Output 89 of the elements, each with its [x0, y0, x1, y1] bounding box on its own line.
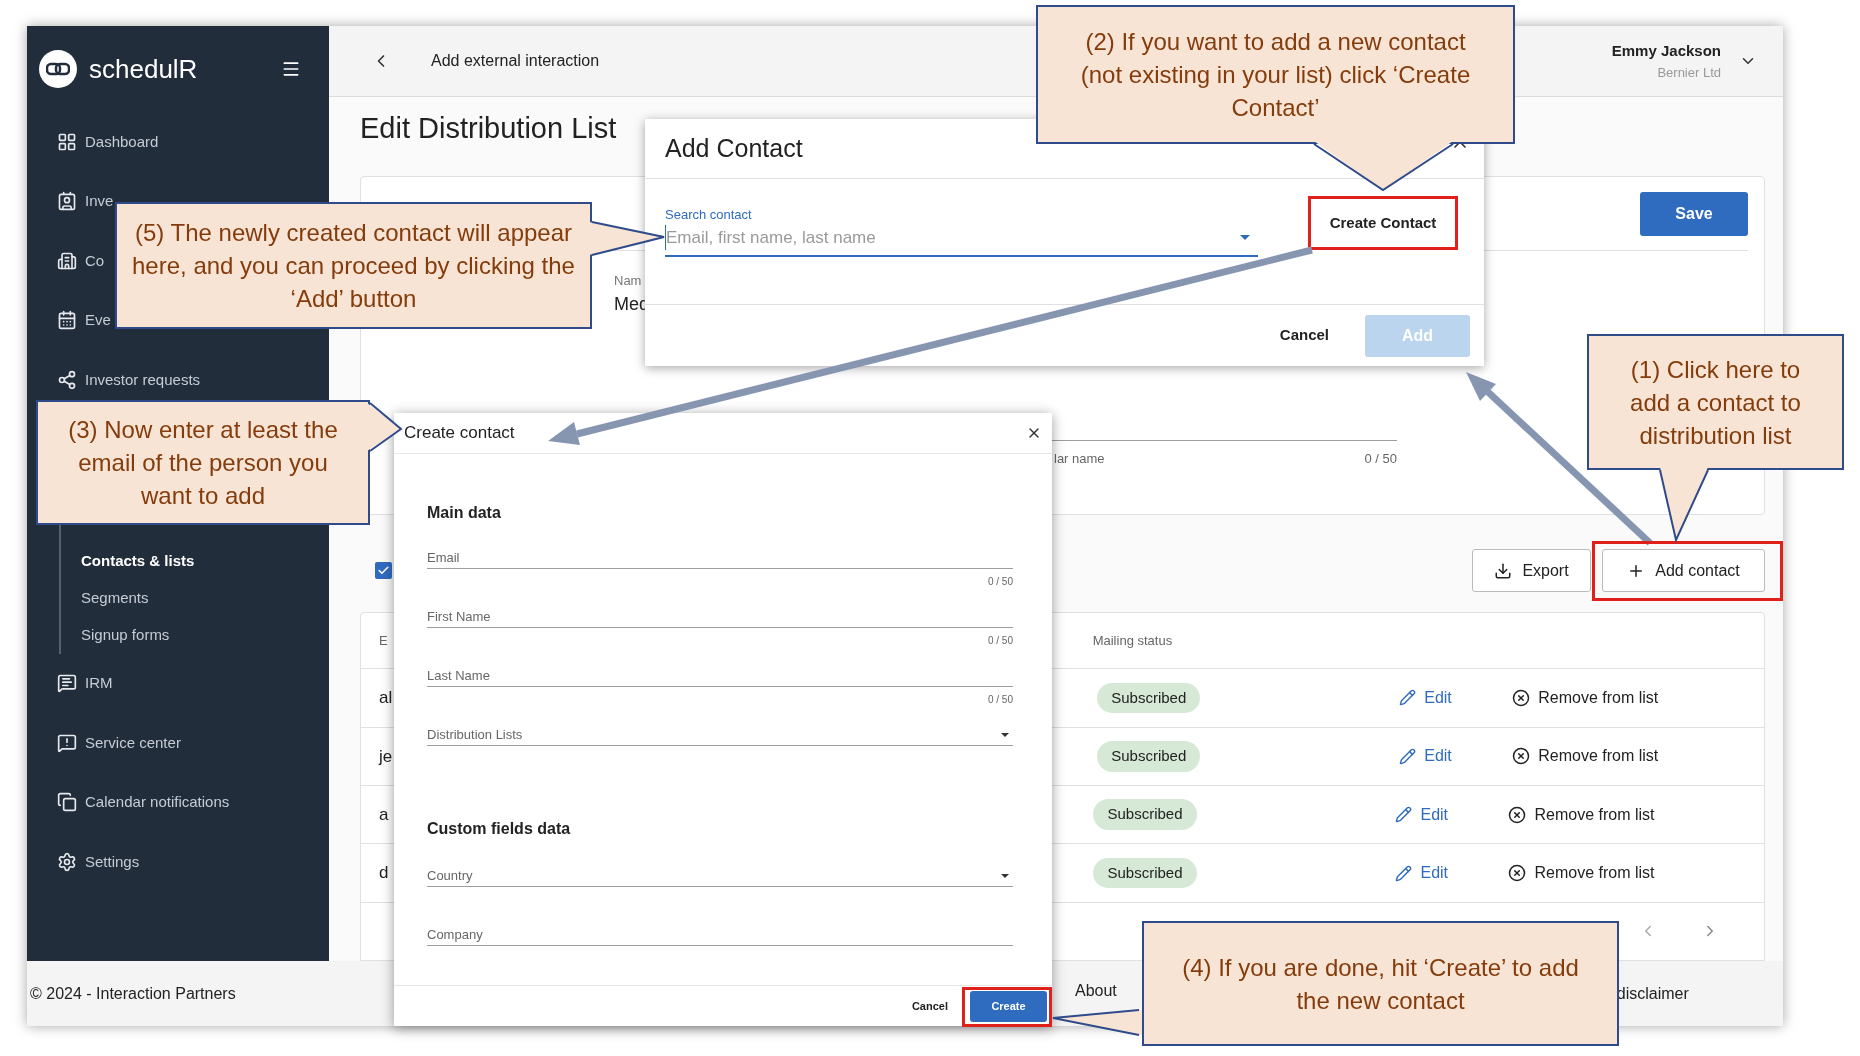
- sidebar-item[interactable]: Service center: [85, 731, 181, 754]
- checkbox[interactable]: [375, 562, 392, 579]
- cancel-button[interactable]: Cancel: [1279, 324, 1329, 347]
- section-heading: Main data: [427, 503, 502, 523]
- message-icon: [57, 673, 77, 694]
- add-contact-button[interactable]: Add contact: [1602, 549, 1765, 592]
- badge-icon: [57, 191, 77, 212]
- create-button[interactable]: Create: [970, 990, 1047, 1022]
- status-tag: Subscribed: [1093, 799, 1197, 830]
- sidebar-item[interactable]: Dashboard: [85, 130, 159, 153]
- settings-icon: [57, 851, 77, 872]
- pencil-icon: [1395, 806, 1413, 824]
- sidebar-item[interactable]: IRM: [85, 672, 113, 695]
- column-header: E: [379, 631, 388, 650]
- calendar-icon: [57, 310, 77, 331]
- callout: (4) If you are done, hit ‘Create’ to add the new contact: [1142, 921, 1619, 1046]
- edit-link[interactable]: Edit: [1399, 744, 1513, 769]
- page-heading: Add external interaction: [431, 51, 600, 71]
- select-field[interactable]: Country: [427, 865, 1013, 887]
- edit-link[interactable]: Edit: [1395, 861, 1509, 886]
- brand-name: schedulR: [89, 52, 198, 86]
- sidebar-subitem[interactable]: Signup forms: [81, 623, 170, 647]
- sidebar-subitem[interactable]: Segments: [81, 586, 149, 610]
- callout: (3) Now enter at least the email of the person you want to add: [36, 400, 370, 525]
- table-cell-text: je: [379, 745, 393, 768]
- footer-link[interactable]: disclaimer: [1616, 981, 1689, 1006]
- pencil-icon: [1395, 864, 1413, 882]
- edit-link[interactable]: Edit: [1399, 685, 1513, 710]
- edit-link[interactable]: Edit: [1395, 802, 1509, 827]
- field-label: Nam: [614, 272, 643, 290]
- sidebar-subitem[interactable]: Contacts & lists: [81, 549, 195, 573]
- circled-x-icon: [1508, 864, 1527, 883]
- caret-icon: [1240, 234, 1250, 240]
- circled-x-icon: [1508, 805, 1527, 824]
- callout: (5) The newly created contact will appear here, and you can proceed by clicking the ‘Add’ button: [115, 202, 592, 329]
- sidebar-item[interactable]: Calendar notifications: [85, 791, 230, 814]
- text-field[interactable]: Email: [427, 547, 1013, 569]
- callout: (1) Click here to add a contact to distribution list: [1587, 334, 1844, 470]
- download-icon: [1494, 561, 1513, 580]
- create-contact-button[interactable]: Create Contact: [1308, 196, 1458, 250]
- remove-link[interactable]: Remove from list: [1512, 685, 1659, 710]
- sidebar-item[interactable]: Co: [85, 249, 105, 272]
- pencil-icon: [1399, 689, 1417, 707]
- status-tag: Subscribed: [1093, 857, 1197, 889]
- building-icon: [57, 250, 77, 271]
- collapse-menu-icon[interactable]: [281, 59, 301, 79]
- sidebar-item[interactable]: Eve: [85, 309, 111, 332]
- character-counter: 0 / 50: [987, 693, 1013, 707]
- dialog-title: Add Contact: [665, 132, 803, 164]
- text-field[interactable]: First Name: [427, 606, 1013, 628]
- cancel-button[interactable]: Cancel: [911, 997, 948, 1015]
- character-counter: 0 / 50: [987, 575, 1013, 589]
- share-icon: [57, 369, 77, 390]
- remove-link[interactable]: Remove from list: [1508, 861, 1655, 886]
- sidebar-item[interactable]: Settings: [85, 850, 140, 873]
- select-field[interactable]: Distribution Lists: [427, 724, 1013, 746]
- section-heading: Custom fields data: [427, 819, 572, 839]
- sidebar-item[interactable]: Investor requests: [85, 368, 201, 391]
- pencil-icon: [1399, 747, 1417, 765]
- caret-icon: [1001, 732, 1009, 737]
- footer-link[interactable]: About: [1075, 978, 1117, 1003]
- character-counter: 0 / 50: [1364, 449, 1397, 468]
- save-button[interactable]: Save: [1640, 191, 1748, 236]
- company-name: Bernier Ltd: [1657, 63, 1721, 82]
- table-cell-text: d: [379, 862, 389, 885]
- column-header: Mailing status: [1092, 631, 1173, 650]
- character-counter: 0 / 50: [987, 634, 1013, 648]
- search-field[interactable]: Search contact Email, first name, last name: [665, 205, 1258, 257]
- circled-x-icon: [1512, 747, 1531, 766]
- sidebar-item[interactable]: Inve: [85, 190, 114, 213]
- alert-message-icon: [57, 732, 77, 753]
- field-label: lar name: [1054, 449, 1105, 468]
- export-button[interactable]: Export: [1472, 549, 1591, 592]
- remove-link[interactable]: Remove from list: [1512, 744, 1659, 769]
- grid-icon: [57, 131, 77, 152]
- table-cell-text: a: [379, 804, 389, 826]
- remove-link[interactable]: Remove from list: [1508, 802, 1655, 827]
- dialog-title: Create contact: [404, 422, 515, 445]
- circled-x-icon: [1512, 688, 1531, 707]
- page-title: Edit Distribution List: [360, 111, 617, 145]
- status-tag: Subscribed: [1097, 682, 1201, 713]
- user-name: Emmy Jackson: [1611, 41, 1721, 61]
- text-field[interactable]: Last Name: [427, 665, 1013, 687]
- caret-icon: [1001, 873, 1009, 878]
- status-tag: Subscribed: [1097, 741, 1201, 772]
- text-field[interactable]: Company: [427, 924, 1013, 946]
- table-cell-text: al: [379, 687, 393, 709]
- logo-icon: [39, 50, 77, 88]
- check-icon: [377, 564, 390, 577]
